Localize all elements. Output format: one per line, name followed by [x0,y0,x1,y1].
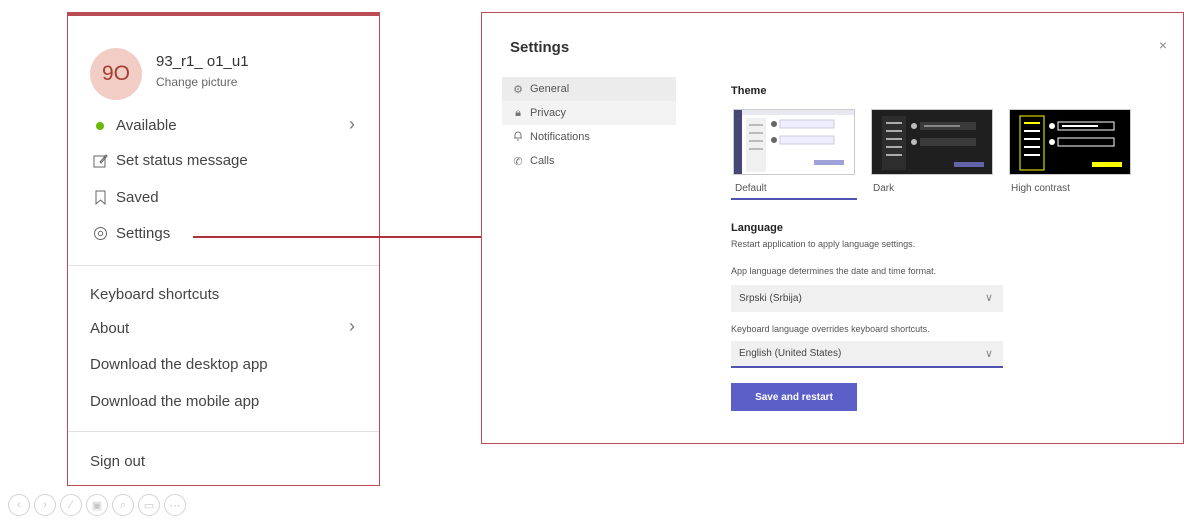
bell-icon [510,130,526,144]
keyboard-language-value: English (United States) [739,348,842,359]
restart-note: Restart application to apply language se… [731,239,916,249]
save-and-restart-button[interactable]: Save and restart [731,383,857,411]
nav-label: Privacy [530,107,567,119]
nav-label: Notifications [530,131,590,143]
theme-default-thumbnail[interactable] [733,109,855,175]
theme-label-high-contrast: High contrast [1011,183,1070,194]
nav-item-general[interactable]: ⚙ General [502,77,676,101]
previous-icon[interactable]: ‹ [8,494,30,516]
settings-dialog: Settings × ⚙ General 🔒︎ Privacy Notifica… [481,12,1184,444]
theme-label-dark: Dark [873,183,895,194]
chevron-down-icon: ∨ [984,348,993,360]
theme-selected-indicator [731,198,857,200]
nav-item-privacy[interactable]: 🔒︎ Privacy [502,101,676,125]
nav-label: Calls [530,155,555,167]
more-options-icon[interactable]: ⋯ [164,494,186,516]
zoom-icon[interactable]: ⌕ [112,494,134,516]
subtitles-icon[interactable]: ▭ [138,494,160,516]
next-icon[interactable]: › [34,494,56,516]
theme-dark-thumbnail[interactable] [871,109,993,175]
app-language-select[interactable]: Srpski (Srbija) ∨ [731,285,1003,312]
presentation-toolbar: ‹ › ∕ ▣ ⌕ ▭ ⋯ [8,494,186,516]
theme-high-contrast-thumbnail[interactable] [1009,109,1131,175]
dialog-title: Settings [510,39,570,56]
app-language-note: App language determines the date and tim… [731,266,937,276]
theme-heading: Theme [731,85,767,97]
theme-label-default: Default [735,183,767,194]
settings-nav: ⚙ General 🔒︎ Privacy Notifications ✆ Cal… [502,77,676,173]
lock-icon: 🔒︎ [515,106,521,119]
pen-icon[interactable]: ∕ [60,494,82,516]
nav-label: General [530,83,570,95]
keyboard-language-note: Keyboard language overrides keyboard sho… [731,324,930,334]
app-language-value: Srpski (Srbija) [739,293,802,304]
gear-icon: ⚙ [513,83,523,96]
phone-icon: ✆ [513,155,523,168]
language-heading: Language [731,222,783,234]
nav-item-notifications[interactable]: Notifications [502,125,676,149]
nav-item-calls[interactable]: ✆ Calls [502,149,676,173]
chevron-down-icon: ∨ [984,292,993,304]
keyboard-language-select[interactable]: English (United States) ∨ [731,341,1003,368]
close-icon[interactable]: × [1159,37,1167,53]
slides-icon[interactable]: ▣ [86,494,108,516]
